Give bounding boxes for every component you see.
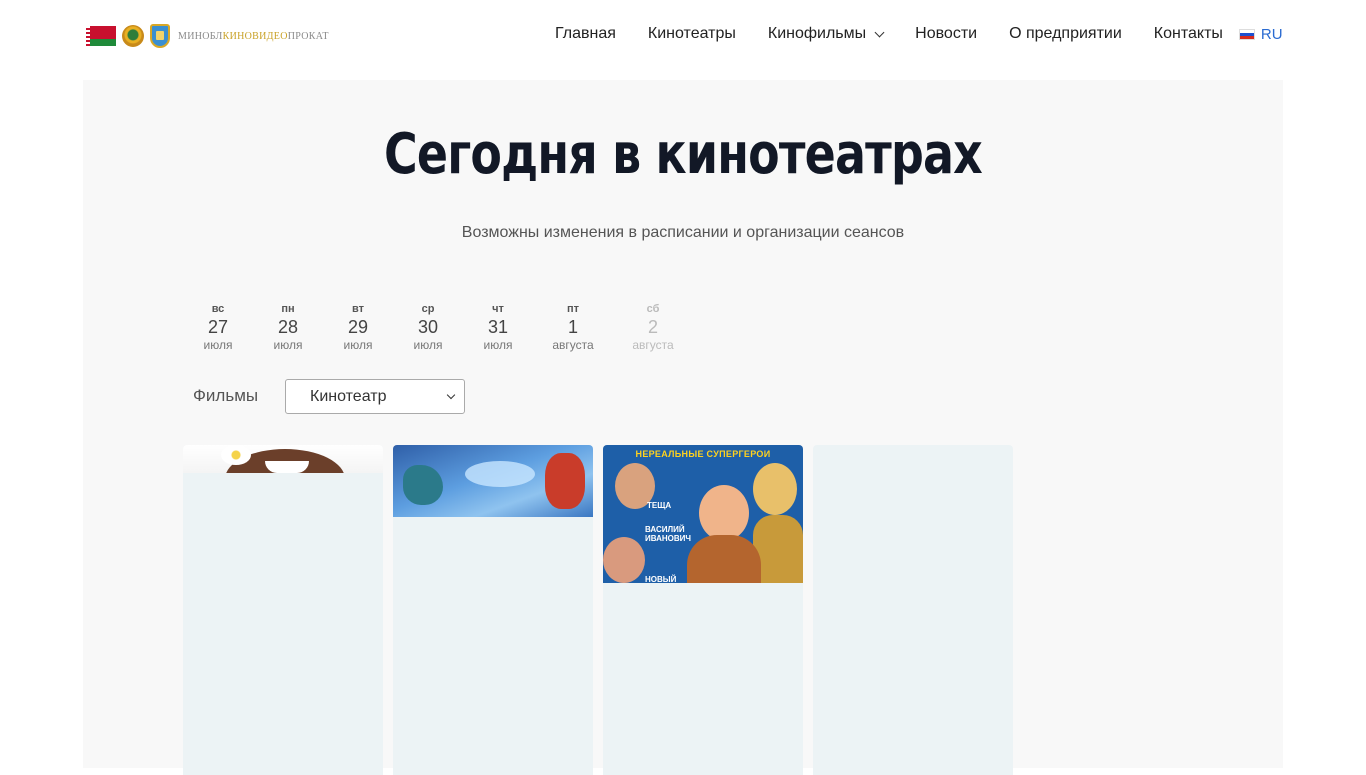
site-logo[interactable]: МИНОБЛКИНОВИДЕОПРОКАТ: [86, 22, 329, 50]
date-item[interactable]: вс 27 июля: [183, 302, 253, 352]
film-cards: НЕРЕАЛЬНЫЕ СУПЕРГЕРОИ ТЕЩА ВАСИЛИЙ ИВАНО…: [183, 445, 1023, 775]
nav-item-contacts[interactable]: Контакты: [1154, 25, 1223, 43]
film-poster[interactable]: НЕРЕАЛЬНЫЕ СУПЕРГЕРОИ ТЕЩА ВАСИЛИЙ ИВАНО…: [603, 445, 803, 584]
belarus-flag-icon: [86, 26, 116, 46]
date-item[interactable]: чт 31 июля: [463, 302, 533, 352]
date-weekday: вс: [211, 303, 225, 315]
date-month: июля: [273, 338, 303, 352]
date-month: августа: [632, 338, 674, 352]
date-month: июля: [483, 338, 513, 352]
page-title: Сегодня в кинотеатрах: [384, 122, 983, 187]
date-month: июля: [203, 338, 233, 352]
film-card[interactable]: [393, 445, 593, 775]
nav-item-home[interactable]: Главная: [555, 25, 616, 43]
date-day: 27: [207, 317, 229, 337]
nav-item-cinemas[interactable]: Кинотеатры: [648, 25, 736, 43]
poster-caption: ВАСИЛИЙ ИВАНОВИЧ: [645, 525, 692, 543]
date-day: 31: [487, 317, 509, 337]
date-picker: вс 27 июля пн 28 июля вт 29 июля ср 30 и…: [183, 302, 693, 352]
nav-item-about[interactable]: О предприятии: [1009, 25, 1122, 43]
state-emblem-icon: [122, 25, 144, 47]
chevron-down-icon: [874, 27, 885, 37]
nav-item-films[interactable]: Кинофильмы: [768, 25, 885, 43]
films-filter-label: Фильмы: [193, 386, 259, 405]
film-poster[interactable]: [183, 445, 383, 473]
date-weekday: сб: [646, 303, 660, 315]
page-subtitle: Возможны изменения в расписании и органи…: [461, 224, 905, 241]
main-nav: Главная Кинотеатры Кинофильмы Новости О …: [540, 0, 1283, 68]
date-day: 30: [417, 317, 439, 337]
film-poster[interactable]: [393, 445, 593, 517]
cinema-select-value: Кинотеатр: [310, 387, 387, 405]
date-weekday: чт: [492, 303, 504, 315]
language-label: RU: [1260, 25, 1283, 43]
language-switcher[interactable]: RU: [1238, 25, 1283, 43]
date-day: 2: [647, 317, 658, 337]
date-item[interactable]: вт 29 июля: [323, 302, 393, 352]
date-day: 1: [567, 317, 578, 337]
region-coat-of-arms-icon: [150, 24, 170, 48]
nav-item-news[interactable]: Новости: [915, 25, 977, 43]
film-card[interactable]: [813, 445, 1013, 775]
cinema-select[interactable]: Кинотеатр: [285, 379, 465, 414]
date-month: августа: [552, 338, 594, 352]
date-weekday: вт: [351, 303, 364, 315]
film-card[interactable]: [183, 445, 383, 775]
chevron-down-icon: [446, 390, 456, 400]
date-item[interactable]: пн 28 июля: [253, 302, 323, 352]
date-weekday: пт: [566, 303, 580, 315]
date-weekday: пн: [281, 303, 295, 315]
schedule-section: Сегодня в кинотеатрах Возможны изменения…: [83, 80, 1283, 775]
date-item-disabled: сб 2 августа: [613, 302, 693, 352]
date-item[interactable]: пт 1 августа: [533, 302, 613, 352]
poster-title: НЕРЕАЛЬНЫЕ СУПЕРГЕРОИ: [635, 449, 771, 459]
date-day: 28: [277, 317, 299, 337]
site-header: МИНОБЛКИНОВИДЕОПРОКАТ Главная Кинотеатры…: [0, 0, 1366, 80]
poster-caption: НОВЫЙ: [645, 575, 677, 584]
date-day: 29: [347, 317, 369, 337]
russia-flag-icon: [1238, 28, 1255, 40]
date-month: июля: [343, 338, 373, 352]
date-item[interactable]: ср 30 июля: [393, 302, 463, 352]
poster-caption: ТЕЩА: [647, 501, 672, 510]
logo-text: МИНОБЛКИНОВИДЕОПРОКАТ: [178, 30, 329, 42]
date-month: июля: [413, 338, 443, 352]
film-card[interactable]: НЕРЕАЛЬНЫЕ СУПЕРГЕРОИ ТЕЩА ВАСИЛИЙ ИВАНО…: [603, 445, 803, 775]
date-weekday: ср: [421, 303, 435, 315]
